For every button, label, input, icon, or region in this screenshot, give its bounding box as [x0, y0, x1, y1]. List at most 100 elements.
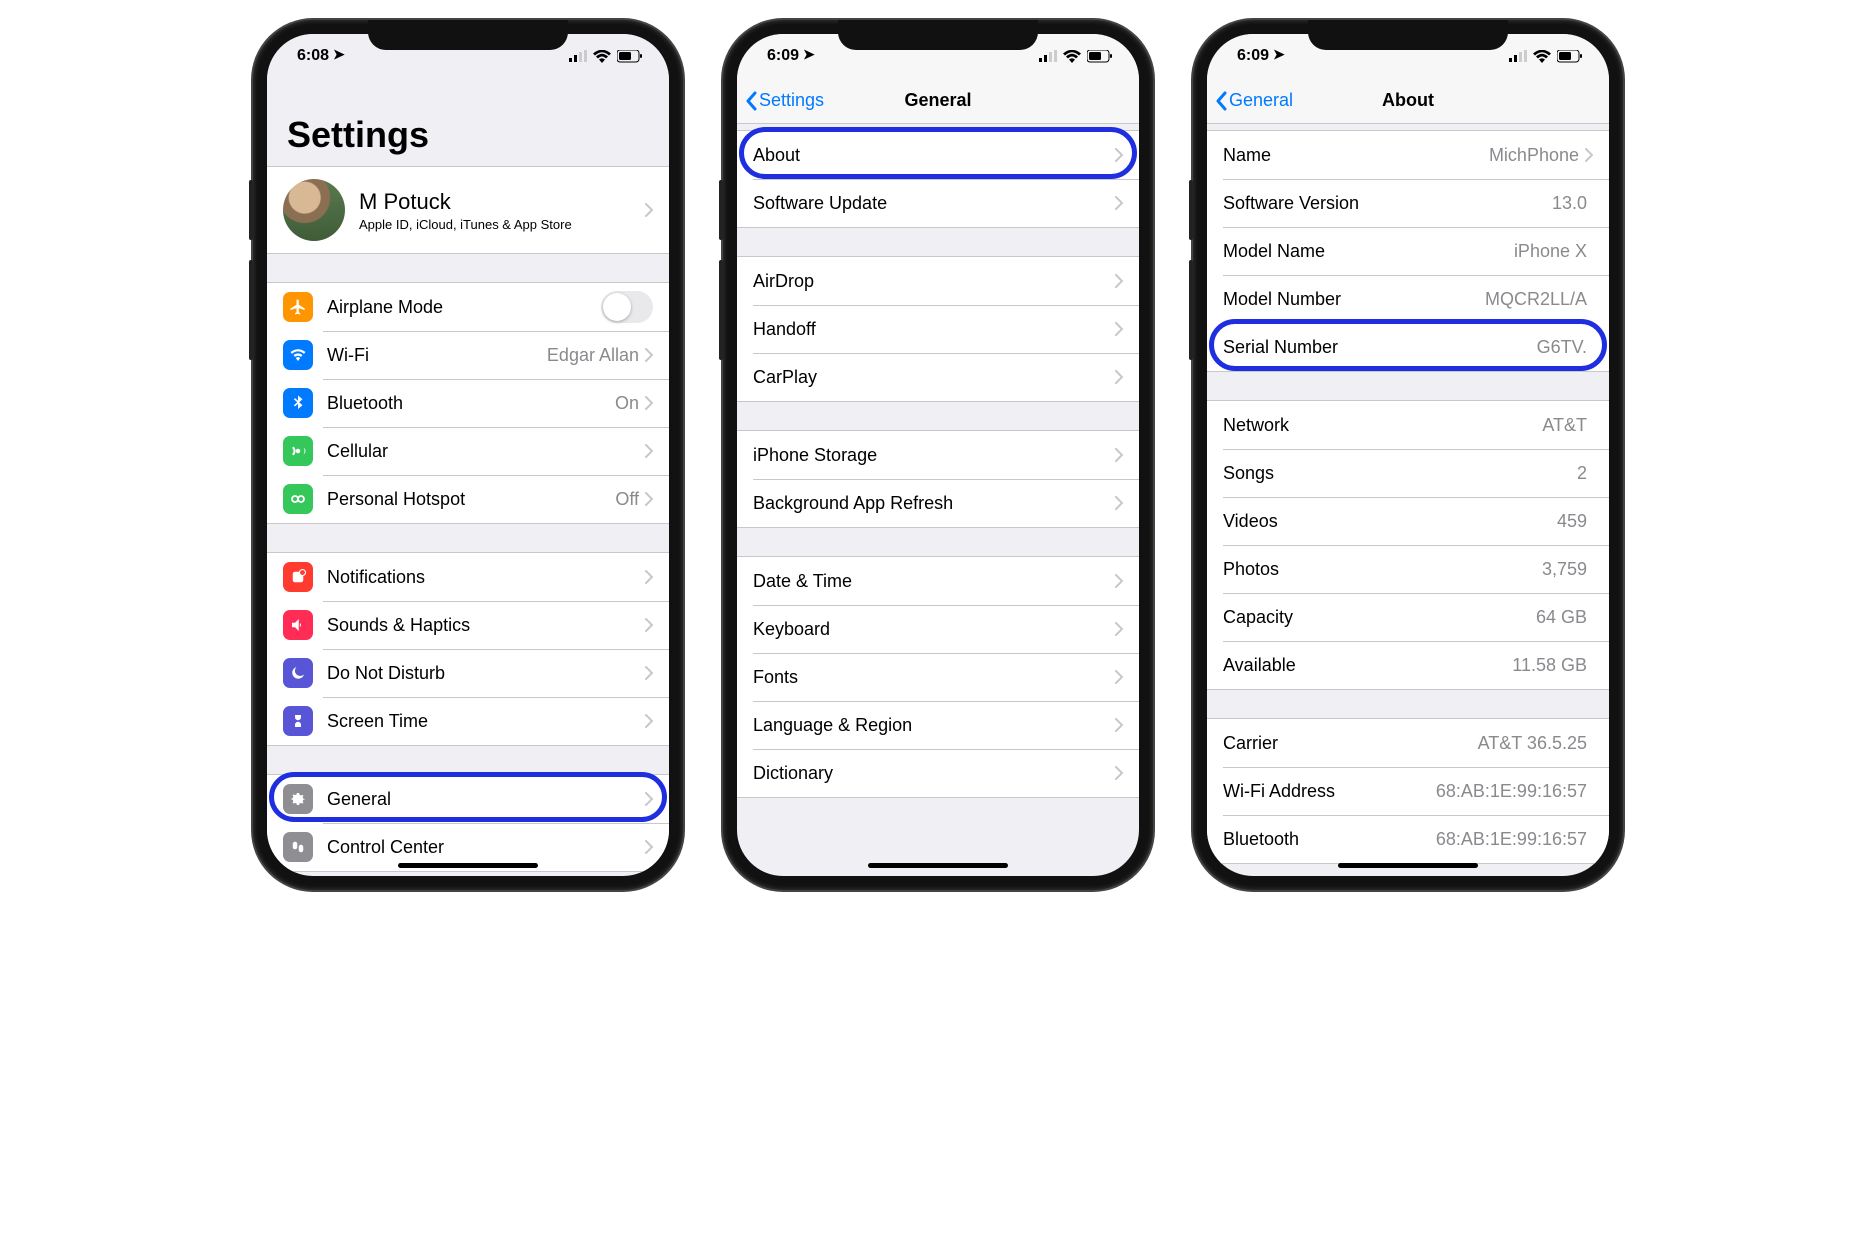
- hotspot-icon: [283, 484, 313, 514]
- row-background-refresh[interactable]: Background App Refresh: [737, 479, 1139, 527]
- row-value: G6TV.: [1537, 337, 1587, 358]
- row-airplane-mode[interactable]: Airplane Mode: [267, 283, 669, 331]
- chevron-right-icon: [1115, 322, 1123, 336]
- row-serial-number[interactable]: Serial NumberG6TV.: [1207, 323, 1609, 371]
- status-indicators: [1509, 50, 1583, 63]
- row-language-region[interactable]: Language & Region: [737, 701, 1139, 749]
- row-label: Name: [1223, 145, 1489, 166]
- row-carplay[interactable]: CarPlay: [737, 353, 1139, 401]
- row-label: Keyboard: [753, 619, 1115, 640]
- chevron-right-icon: [1115, 370, 1123, 384]
- chevron-right-icon: [1115, 766, 1123, 780]
- chevron-right-icon: [645, 203, 653, 217]
- apple-id-row[interactable]: M Potuck Apple ID, iCloud, iTunes & App …: [267, 166, 669, 254]
- row-label: iPhone Storage: [753, 445, 1115, 466]
- back-label: Settings: [759, 90, 824, 111]
- row-handoff[interactable]: Handoff: [737, 305, 1139, 353]
- row-label: Wi-Fi Address: [1223, 781, 1436, 802]
- row-songs[interactable]: Songs2: [1207, 449, 1609, 497]
- row-dictionary[interactable]: Dictionary: [737, 749, 1139, 797]
- row-label: Software Update: [753, 193, 1115, 214]
- row-personal-hotspot[interactable]: Personal Hotspot Off: [267, 475, 669, 523]
- group-system: General Control Center: [267, 774, 669, 872]
- wifi-icon: [1063, 50, 1081, 63]
- settings-content[interactable]: M Potuck Apple ID, iCloud, iTunes & App …: [267, 166, 669, 876]
- group-about: About Software Update: [737, 130, 1139, 228]
- row-software-version[interactable]: Software Version13.0: [1207, 179, 1609, 227]
- row-label: Capacity: [1223, 607, 1536, 628]
- status-indicators: [1039, 50, 1113, 63]
- airplane-icon: [283, 292, 313, 322]
- row-bluetooth[interactable]: Bluetooth On: [267, 379, 669, 427]
- row-videos[interactable]: Videos459: [1207, 497, 1609, 545]
- row-value: 68:AB:1E:99:16:57: [1436, 781, 1587, 802]
- row-label: Dictionary: [753, 763, 1115, 784]
- row-sounds[interactable]: Sounds & Haptics: [267, 601, 669, 649]
- row-available[interactable]: Available11.58 GB: [1207, 641, 1609, 689]
- row-label: Language & Region: [753, 715, 1115, 736]
- row-label: Available: [1223, 655, 1512, 676]
- row-label: Serial Number: [1223, 337, 1537, 358]
- back-button[interactable]: Settings: [745, 90, 824, 111]
- row-airdrop[interactable]: AirDrop: [737, 257, 1139, 305]
- row-bluetooth-address[interactable]: Bluetooth68:AB:1E:99:16:57: [1207, 815, 1609, 863]
- row-wifi[interactable]: Wi-Fi Edgar Allan: [267, 331, 669, 379]
- row-value: On: [615, 393, 639, 414]
- screen-about: 6:09➤ General About Name MichPhone: [1207, 34, 1609, 876]
- chevron-right-icon: [1115, 670, 1123, 684]
- row-iphone-storage[interactable]: iPhone Storage: [737, 431, 1139, 479]
- chevron-right-icon: [645, 666, 653, 680]
- row-keyboard[interactable]: Keyboard: [737, 605, 1139, 653]
- row-label: Model Name: [1223, 241, 1514, 262]
- row-wifi-address[interactable]: Wi-Fi Address68:AB:1E:99:16:57: [1207, 767, 1609, 815]
- row-model-name[interactable]: Model NameiPhone X: [1207, 227, 1609, 275]
- back-button[interactable]: General: [1215, 90, 1293, 111]
- nav-bar: General About: [1207, 78, 1609, 124]
- location-icon: ➤: [1273, 46, 1285, 63]
- row-value: 13.0: [1552, 193, 1587, 214]
- row-date-time[interactable]: Date & Time: [737, 557, 1139, 605]
- row-value: MQCR2LL/A: [1485, 289, 1587, 310]
- row-dnd[interactable]: Do Not Disturb: [267, 649, 669, 697]
- airplane-toggle[interactable]: [601, 291, 653, 323]
- row-model-number[interactable]: Model NumberMQCR2LL/A: [1207, 275, 1609, 323]
- row-general[interactable]: General: [267, 775, 669, 823]
- row-name[interactable]: Name MichPhone: [1207, 131, 1609, 179]
- chevron-right-icon: [1115, 148, 1123, 162]
- row-capacity[interactable]: Capacity64 GB: [1207, 593, 1609, 641]
- row-network[interactable]: NetworkAT&T: [1207, 401, 1609, 449]
- row-cellular[interactable]: Cellular: [267, 427, 669, 475]
- chevron-right-icon: [1115, 196, 1123, 210]
- row-fonts[interactable]: Fonts: [737, 653, 1139, 701]
- home-indicator[interactable]: [398, 863, 538, 868]
- wifi-icon: [1533, 50, 1551, 63]
- sounds-icon: [283, 610, 313, 640]
- about-content[interactable]: Name MichPhone Software Version13.0 Mode…: [1207, 124, 1609, 876]
- general-icon: [283, 784, 313, 814]
- row-photos[interactable]: Photos3,759: [1207, 545, 1609, 593]
- row-carrier[interactable]: CarrierAT&T 36.5.25: [1207, 719, 1609, 767]
- chevron-right-icon: [1115, 496, 1123, 510]
- row-label: Bluetooth: [1223, 829, 1436, 850]
- row-screentime[interactable]: Screen Time: [267, 697, 669, 745]
- chevron-right-icon: [1115, 622, 1123, 636]
- notch: [368, 20, 568, 50]
- row-notifications[interactable]: Notifications: [267, 553, 669, 601]
- row-label: Screen Time: [327, 711, 645, 732]
- row-software-update[interactable]: Software Update: [737, 179, 1139, 227]
- general-content[interactable]: About Software Update AirDrop Handoff Ca…: [737, 124, 1139, 876]
- group-usage: NetworkAT&T Songs2 Videos459 Photos3,759…: [1207, 400, 1609, 690]
- home-indicator[interactable]: [1338, 863, 1478, 868]
- phone-general: 6:09➤ Settings General About: [723, 20, 1153, 890]
- row-label: Airplane Mode: [327, 297, 601, 318]
- dnd-icon: [283, 658, 313, 688]
- chevron-left-icon: [1215, 91, 1227, 111]
- row-value: 11.58 GB: [1512, 655, 1587, 676]
- chevron-left-icon: [745, 91, 757, 111]
- row-about[interactable]: About: [737, 131, 1139, 179]
- row-value: MichPhone: [1489, 145, 1579, 166]
- group-connectivity: Airplane Mode Wi-Fi Edgar Allan Bluetoot…: [267, 282, 669, 524]
- home-indicator[interactable]: [868, 863, 1008, 868]
- group-storage: iPhone Storage Background App Refresh: [737, 430, 1139, 528]
- back-label: General: [1229, 90, 1293, 111]
